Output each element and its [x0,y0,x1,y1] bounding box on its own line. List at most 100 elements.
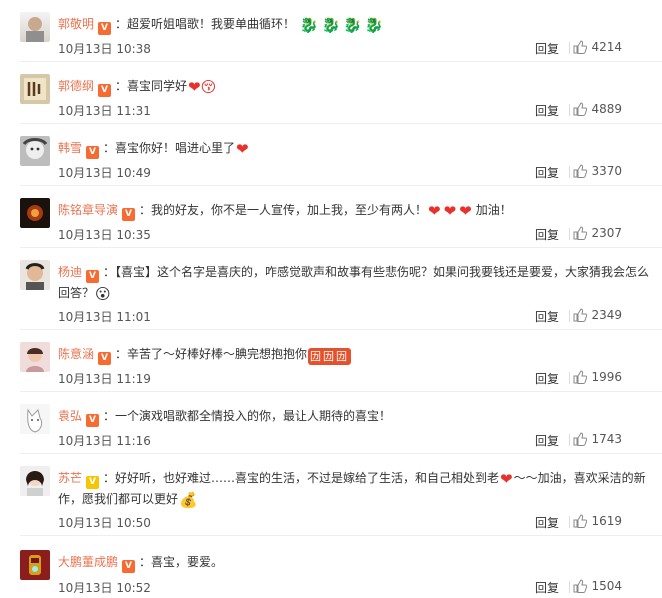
comment-item: 郭德纲 V ：喜宝同学好❤😚 10月13日 11:31 回复 4889 [0,74,662,124]
comment-text: 喜宝你好！唱进心里了 [115,141,236,155]
reply-button[interactable]: 回复 [535,102,559,119]
row-divider [20,247,662,248]
divider [569,516,570,528]
comment-text: 辛苦了～好棒好棒～腆完想抱抱你 [127,347,308,361]
verified-badge-icon: V [98,84,112,97]
commenter-name[interactable]: 郭敬明 [58,17,94,31]
like-count: 1996 [591,370,622,384]
reply-button[interactable]: 回复 [535,432,559,449]
row-divider [20,123,662,124]
row-divider [20,535,662,536]
comment-item: 袁弘 V ：一个演戏唱歌都全情投入的你，最让人期待的喜宝！ 10月13日 11:16… [0,404,662,454]
like-button[interactable]: 4214 [573,40,622,54]
verified-badge-icon: V [86,270,100,283]
thumb-up-icon [573,308,588,322]
like-count: 4214 [591,40,622,54]
reply-button[interactable]: 回复 [535,308,559,325]
thumb-up-icon [573,579,588,593]
like-button[interactable]: 3370 [573,164,622,178]
comment-time: 10月13日 11:31 [58,104,151,118]
thumb-up-icon [573,164,588,178]
commenter-name[interactable]: 大鹏董成鹏 [58,555,118,569]
thumb-up-icon [573,226,588,240]
divider [569,581,570,593]
avatar[interactable] [20,74,50,104]
like-button[interactable]: 2349 [573,308,622,322]
like-count: 4889 [591,102,622,116]
comment-item: 陈铭章导演 V ：我的好友，你不是一人宣传，加上我，至少有两人！❤❤❤加油！ 10月… [0,198,662,248]
reply-button[interactable]: 回复 [535,370,559,387]
comment-time: 10月13日 11:19 [58,372,151,386]
like-button[interactable]: 1619 [573,514,622,528]
commenter-name[interactable]: 陈意涵 [58,347,94,361]
commenter-name[interactable]: 杨迪 [58,265,82,279]
thumb-up-icon [573,370,588,384]
heart-emoji-icon: ❤ [500,470,513,488]
verified-badge-icon: V [122,208,136,221]
comment-text: 喜宝同学好 [127,79,188,93]
cheer-emoji-icon: 㘞㘞㘞 [308,348,352,365]
like-button[interactable]: 2307 [573,226,622,240]
thumb-up-icon [573,102,588,116]
divider [569,104,570,116]
comment-item: 苏芒 V ：好好听，也好难过……喜宝的生活，不过是嫁给了生活，和自己相处到老❤～～加… [0,466,662,536]
reply-button[interactable]: 回复 [535,579,559,596]
divider [569,166,570,178]
comment-time: 10月13日 10:38 [58,42,151,56]
divider [569,372,570,384]
reply-button[interactable]: 回复 [535,226,559,243]
comment-time: 10月13日 10:49 [58,166,151,180]
comment-list: 郭敬明 V ：超爱听姐唱歌！我要单曲循环！ 🐉🐉🐉🐉 10月13日 10:38 回复… [0,0,662,598]
commenter-name[interactable]: 陈铭章导演 [58,203,118,217]
reply-button[interactable]: 回复 [535,164,559,181]
like-button[interactable]: 4889 [573,102,622,116]
row-divider [20,453,662,454]
avatar[interactable] [20,404,50,434]
avatar[interactable] [20,260,50,290]
like-button[interactable]: 1743 [573,432,622,446]
thumb-up-icon [573,514,588,528]
comment-text: 喜宝，要爱。 [151,555,224,569]
comment-text: 好好听，也好难过……喜宝的生活，不过是嫁给了生活，和自己相处到老 [115,471,500,485]
avatar[interactable] [20,466,50,496]
verified-badge-icon: V [86,476,100,489]
verified-badge-icon: V [122,560,136,573]
avatar[interactable] [20,136,50,166]
divider [569,434,570,446]
avatar[interactable] [20,550,50,580]
avatar[interactable] [20,198,50,228]
comment-item: 杨迪 V ：【喜宝】这个名字是喜庆的，咋感觉歌声和故事有些悲伤呢？如果问我要钱还是要… [0,260,662,330]
commenter-name[interactable]: 苏芒 [58,471,82,485]
like-count: 2349 [591,308,622,322]
comment-item: 陈意涵 V ：辛苦了～好棒好棒～腆完想抱抱你 㘞㘞㘞 10月13日 11:19 回复 … [0,342,662,392]
comment-item: 韩雪 V ：喜宝你好！唱进心里了❤ 10月13日 10:49 回复 3370 [0,136,662,186]
verified-badge-icon: V [98,352,112,365]
like-count: 3370 [591,164,622,178]
dragon-emoji-icon: 🐉🐉🐉🐉 [299,16,387,34]
reply-button[interactable]: 回复 [535,514,559,531]
thumb-up-icon [573,432,588,446]
commenter-name[interactable]: 韩雪 [58,141,82,155]
avatar[interactable] [20,12,50,42]
comment-time: 10月13日 10:50 [58,516,151,530]
verified-badge-icon: V [86,414,100,427]
row-divider [20,329,662,330]
heart-emoji-icon: ❤❤❤ [428,202,475,220]
reply-button[interactable]: 回复 [535,40,559,57]
heart-emoji-icon: ❤ [236,140,249,158]
comment-time: 10月13日 11:01 [58,310,151,324]
comment-item: 郭敬明 V ：超爱听姐唱歌！我要单曲循环！ 🐉🐉🐉🐉 10月13日 10:38 回复… [0,12,662,62]
divider [569,228,570,240]
commenter-name[interactable]: 郭德纲 [58,79,94,93]
row-divider [20,61,662,62]
like-count: 1504 [591,579,622,593]
row-divider [20,391,662,392]
like-count: 2307 [591,226,622,240]
like-button[interactable]: 1996 [573,370,622,384]
like-count: 1619 [591,514,622,528]
avatar[interactable] [20,342,50,372]
like-button[interactable]: 1504 [573,579,622,593]
like-count: 1743 [591,432,622,446]
commenter-name[interactable]: 袁弘 [58,409,82,423]
verified-badge-icon: V [86,146,100,159]
